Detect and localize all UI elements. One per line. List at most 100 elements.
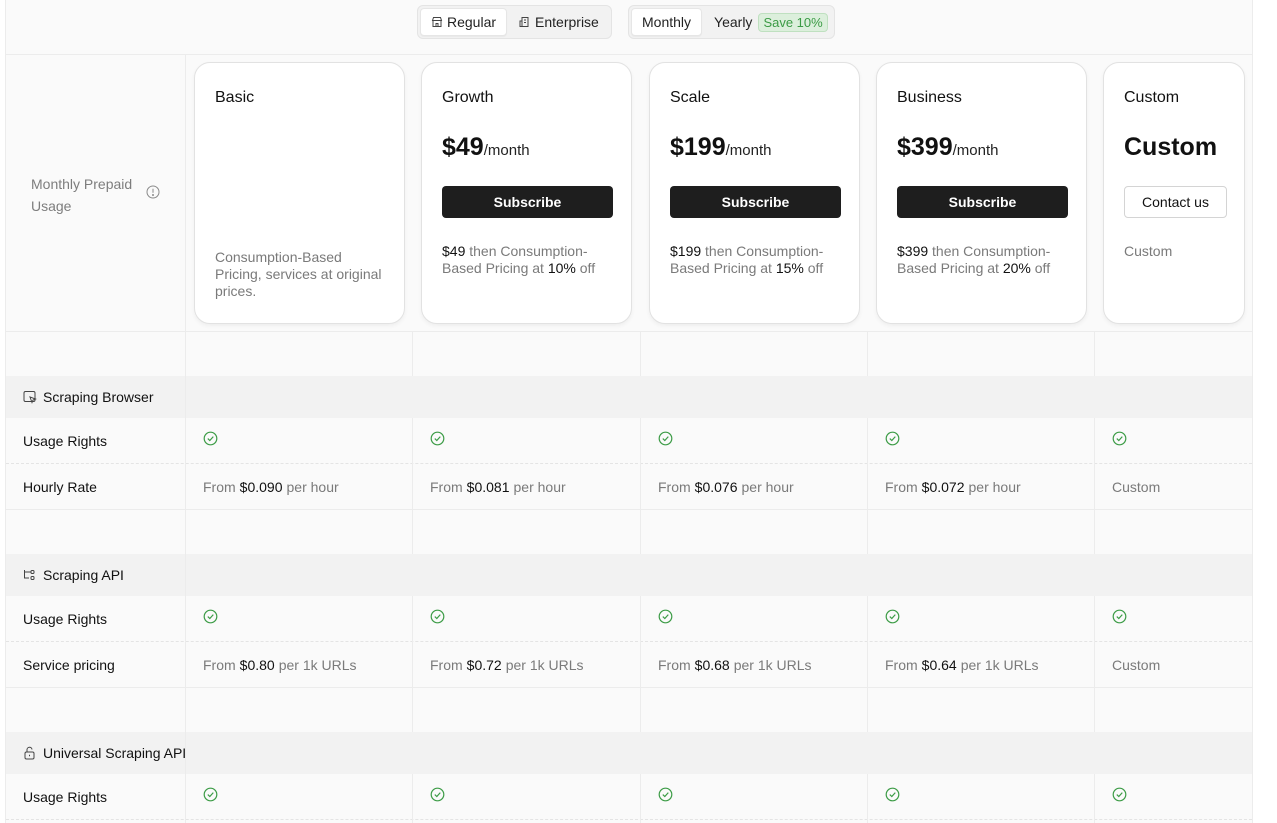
monthly-option[interactable]: Monthly (631, 8, 703, 36)
subscribe-button[interactable]: Subscribe (670, 186, 841, 218)
plan-name: Growth (442, 89, 494, 106)
section-title: Scraping Browser (23, 376, 154, 418)
column-divider (640, 418, 641, 554)
contact-us-button[interactable]: Contact us (1124, 186, 1227, 218)
check-icon (1112, 609, 1127, 624)
check-icon (658, 431, 673, 446)
price-period: /month (483, 142, 530, 159)
price-cell: Custom (1112, 642, 1160, 688)
column-divider (640, 596, 641, 732)
check-icon (658, 787, 673, 802)
column-divider (1094, 774, 1095, 823)
price-amount: $199 (670, 133, 726, 161)
desc-amount: $49 (442, 243, 466, 259)
desc-off: off (803, 260, 824, 276)
plan-description: $49 then Consumption-Based Pricing at 10… (442, 243, 612, 277)
cell-prefix: From (658, 479, 691, 495)
store-icon (431, 17, 443, 27)
prepaid-usage-label: Monthly Prepaid Usage (31, 176, 133, 214)
price-cell: From $0.80 per 1k URLs (203, 642, 357, 688)
column-divider (640, 331, 641, 376)
cell-prefix: From (203, 479, 236, 495)
api-flow-icon (24, 570, 35, 580)
cell-value: $0.072 (921, 479, 965, 495)
desc-discount: 15% (775, 260, 804, 276)
table-row-usage-rights: Usage Rights (6, 596, 1252, 642)
cell-prefix: From (203, 657, 236, 673)
price-cell: From $0.072 per hour (885, 464, 1021, 510)
subscribe-button[interactable]: Subscribe (897, 186, 1068, 218)
cell-value: $0.68 (694, 657, 730, 673)
column-divider (867, 596, 868, 732)
plan-name: Scale (670, 89, 711, 106)
cell-prefix: From (430, 657, 463, 673)
yearly-option[interactable]: Yearly Save 10% (704, 8, 832, 36)
check-icon (885, 787, 900, 802)
cell-prefix: From (430, 479, 463, 495)
cell-suffix: per 1k URLs (278, 657, 357, 673)
plan-price: $199/month (670, 133, 771, 162)
column-divider (1094, 596, 1095, 732)
cell-prefix: From (885, 479, 918, 495)
price-amount: $399 (897, 133, 953, 161)
plan-name: Custom (1124, 89, 1180, 106)
row-label: Hourly Rate (23, 479, 97, 495)
price-cell: From $0.68 per 1k URLs (658, 642, 812, 688)
cell-value: $0.80 (239, 657, 275, 673)
column-divider (1094, 418, 1095, 554)
cell-prefix: From (658, 657, 691, 673)
enterprise-option[interactable]: Enterprise (509, 8, 609, 36)
section-label: Universal Scraping API (43, 745, 187, 761)
desc-amount: $399 (897, 243, 929, 259)
column-divider (412, 418, 413, 554)
browser-cursor-icon (23, 391, 37, 404)
row-label: Usage Rights (23, 611, 108, 627)
plan-card-basic: Basic Consumption-Based Pricing, service… (194, 62, 405, 324)
section-header-scraping-api: Scraping API (6, 554, 1252, 596)
check-icon (430, 431, 445, 446)
column-divider (412, 774, 413, 823)
check-icon (885, 609, 900, 624)
billing-toggle: Monthly Yearly Save 10% (628, 5, 835, 39)
column-divider (867, 418, 868, 554)
building-icon (519, 17, 529, 27)
section-header-universal-scraping-api: Universal Scraping API (6, 732, 1252, 774)
column-divider (640, 774, 641, 823)
monthly-label: Monthly (642, 14, 692, 30)
column-divider (412, 596, 413, 732)
regular-option[interactable]: Regular (420, 8, 508, 36)
plan-card-growth: Growth $49/month Subscribe $49 then Cons… (421, 62, 632, 324)
column-divider (412, 331, 413, 376)
cell-value: $0.076 (694, 479, 738, 495)
cell-value: $0.090 (239, 479, 283, 495)
plan-price: Custom (1124, 133, 1218, 161)
cell-suffix: per hour (286, 479, 339, 495)
plan-card-business: Business $399/month Subscribe $399 then … (876, 62, 1087, 324)
check-icon (1112, 431, 1127, 446)
row-label: Service pricing (23, 657, 115, 673)
desc-off: off (575, 260, 596, 276)
plan-description: Custom (1124, 243, 1173, 259)
desc-off: off (1030, 260, 1051, 276)
info-icon[interactable] (146, 185, 160, 199)
toggle-bar: Regular Enterprise Monthly Yearly Save 1… (6, 5, 1252, 53)
enterprise-label: Enterprise (535, 14, 599, 30)
yearly-label: Yearly (714, 14, 753, 30)
cell-value: $0.081 (466, 479, 510, 495)
column-divider (867, 331, 868, 376)
subscribe-button[interactable]: Subscribe (442, 186, 613, 218)
plan-header-row: Monthly Prepaid Usage Basic Consumption-… (6, 54, 1252, 331)
price-cell: From $0.081 per hour (430, 464, 566, 510)
row-label: Usage Rights (23, 789, 108, 805)
check-icon (885, 431, 900, 446)
section-label: Scraping Browser (43, 389, 154, 405)
section-header-scraping-browser: Scraping Browser (6, 376, 1252, 418)
check-icon (658, 609, 673, 624)
price-period: /month (725, 142, 772, 159)
price-cell: From $0.090 per hour (203, 464, 339, 510)
plan-price: $49/month (442, 133, 530, 162)
spacer-row (6, 332, 1252, 376)
price-cell: From $0.64 per 1k URLs (885, 642, 1039, 688)
divider (6, 819, 1252, 820)
plan-description: $199 then Consumption-Based Pricing at 1… (670, 243, 840, 277)
